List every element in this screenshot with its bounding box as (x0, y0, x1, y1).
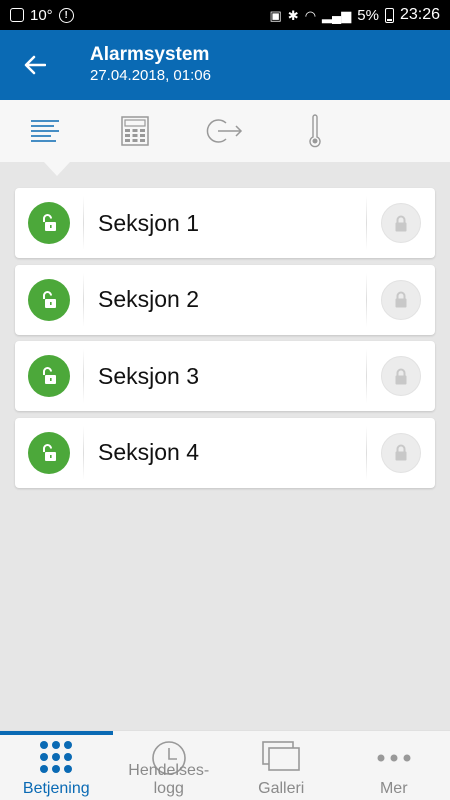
vibrate-icon: ▣ (269, 7, 282, 23)
nav-betjening[interactable]: Betjening (0, 731, 113, 800)
section-row: Seksjon 2 (15, 264, 435, 335)
nav-label: Galleri (258, 780, 305, 797)
lock-action (381, 432, 421, 473)
lock-action (381, 279, 421, 320)
alert-icon: ! (58, 7, 74, 23)
status-bar-right: ▣ ✱ ◠ ▂▄▆ 5% 23:26 (270, 6, 441, 24)
unlocked-padlock-icon (43, 367, 56, 384)
active-tab-pointer (44, 162, 70, 176)
lock-button[interactable] (367, 341, 435, 411)
more-dots-icon (377, 754, 411, 762)
section-row: Seksjon 4 (15, 417, 435, 488)
unlocked-status (28, 355, 70, 397)
status-bar-left: 10° ! (10, 7, 74, 24)
app-bar: Alarmsystem 27.04.2018, 01:06 (0, 30, 450, 100)
keypad-icon (121, 116, 149, 146)
padlock-icon (395, 444, 407, 461)
tab-temperature[interactable] (270, 100, 360, 162)
lock-action (381, 356, 421, 396)
clock-text: 23:26 (399, 6, 440, 23)
section-name[interactable]: Seksjon 1 (84, 210, 366, 237)
unlock-button[interactable] (15, 341, 83, 411)
app-bar-titles: Alarmsystem 27.04.2018, 01:06 (90, 44, 211, 86)
padlock-icon (395, 291, 407, 308)
unlock-button[interactable] (15, 418, 83, 488)
nav-label: Hendelses- logg (128, 762, 210, 797)
unlocked-status (28, 431, 70, 474)
wifi-icon: ◠ (304, 7, 317, 23)
tab-keypad[interactable] (90, 100, 180, 162)
unlocked-status (28, 202, 70, 244)
bluetooth-icon: ✱ (287, 7, 299, 23)
section-name[interactable]: Seksjon 2 (84, 286, 366, 313)
active-indicator (0, 731, 113, 735)
nav-galleri[interactable]: Galleri (225, 731, 338, 800)
tab-row-spacer (360, 100, 450, 162)
signal-icon: ▂▄▆ (322, 7, 352, 23)
back-button[interactable] (0, 30, 70, 100)
thermometer-icon (309, 114, 321, 148)
unlock-button[interactable] (15, 188, 83, 258)
gallery-icon (262, 741, 301, 771)
section-name[interactable]: Seksjon 4 (84, 439, 366, 466)
unlocked-padlock-icon (43, 214, 56, 231)
lock-button[interactable] (367, 188, 435, 258)
unlock-button[interactable] (15, 265, 83, 335)
section-name[interactable]: Seksjon 3 (84, 363, 366, 390)
tab-sections[interactable] (0, 100, 90, 162)
arrow-left-icon (24, 55, 46, 75)
exit-icon (206, 119, 243, 143)
nav-label: Mer (379, 780, 408, 797)
section-row: Seksjon 1 (15, 188, 435, 258)
lock-button[interactable] (367, 418, 435, 488)
nav-label: Betjening (22, 780, 90, 797)
page-subtitle: 27.04.2018, 01:06 (90, 67, 211, 84)
tab-exit[interactable] (180, 100, 270, 162)
padlock-icon (395, 215, 407, 231)
battery-percent-text: 5% (357, 6, 379, 24)
lock-button[interactable] (367, 265, 435, 335)
gallery-notification-icon (10, 8, 24, 22)
unlocked-padlock-icon (43, 290, 56, 308)
page-title: Alarmsystem (90, 44, 210, 65)
status-bar: 10° ! ▣ ✱ ◠ ▂▄▆ 5% 23:26 (0, 0, 450, 30)
nav-mer[interactable]: Mer (338, 731, 450, 800)
temperature-text: 10° (30, 6, 53, 24)
battery-icon (384, 7, 394, 23)
section-list: Seksjon 1 Seksjon 2 Seksjon 3 Seksjon 4 (15, 188, 435, 494)
function-tabs (0, 100, 450, 162)
list-icon (31, 120, 59, 142)
section-row: Seksjon 3 (15, 341, 435, 411)
grid-dots-icon (40, 741, 73, 773)
unlocked-padlock-icon (43, 443, 56, 461)
nav-hendelseslogg[interactable]: Hendelses- logg (113, 731, 226, 800)
padlock-icon (395, 368, 407, 384)
lock-action (381, 203, 421, 243)
unlocked-status (28, 278, 70, 321)
bottom-navigation: Betjening Hendelses- logg Galleri Mer (0, 730, 450, 800)
